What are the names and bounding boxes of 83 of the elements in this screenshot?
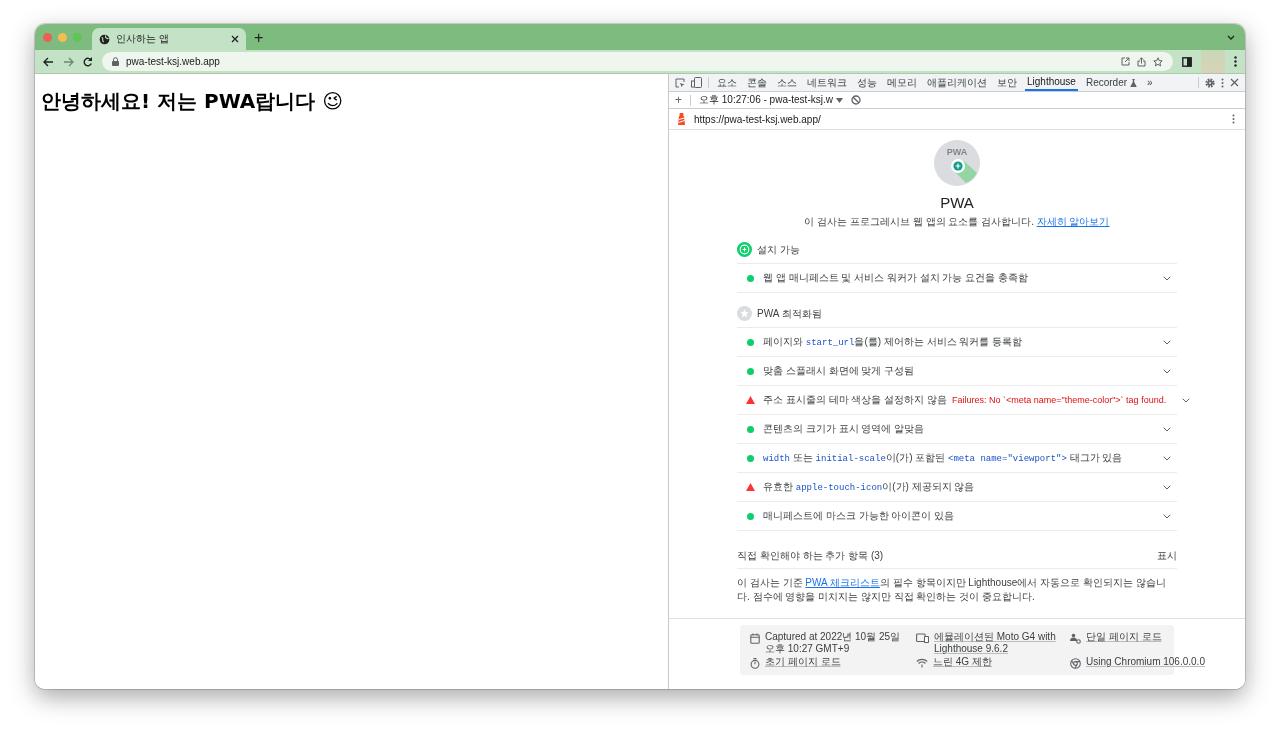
people-icon — [1070, 633, 1081, 644]
devices-icon — [916, 633, 929, 643]
address-bar[interactable]: pwa-test-ksj.web.app — [102, 52, 1173, 71]
devtools-tab[interactable]: 소스 — [775, 74, 799, 91]
environment-link[interactable]: 초기 페이지 로드 — [765, 656, 841, 668]
wifi-icon — [916, 658, 928, 668]
page-heading: 안녕하세요! 저는 PWA랍니다 😉 — [41, 88, 344, 115]
devtools-tab[interactable]: 보안 — [995, 74, 1019, 91]
failure-message: Failures: No `<meta name="theme-color">` tag found. — [951, 395, 1167, 405]
devtools-tab[interactable]: 메모리 — [885, 74, 919, 91]
globe-icon — [99, 33, 110, 45]
group-title: 설치 가능 — [757, 242, 800, 257]
pwa-gauge-icon — [934, 140, 980, 186]
chevron-down-icon[interactable] — [1163, 455, 1171, 461]
devtools-tab[interactable]: 콘솔 — [745, 74, 769, 91]
chevron-down-icon[interactable] — [1163, 275, 1171, 281]
audit-title: 맞춤 스플래시 화면에 맞게 구성됨 — [763, 364, 915, 378]
audit-row[interactable]: 콘텐츠의 크기가 표시 영역에 알맞음 — [737, 415, 1177, 444]
audit-row[interactable]: 맞춤 스플래시 화면에 맞게 구성됨 — [737, 357, 1177, 386]
forward-icon[interactable] — [63, 56, 74, 67]
environment-link[interactable]: Using Chromium 106.0.0.0 — [1086, 656, 1205, 668]
environment-link[interactable]: 에뮬레이션된 Moto G4 with Lighthouse 9.6.2 — [934, 631, 1056, 655]
star-icon[interactable] — [1153, 56, 1163, 67]
lock-icon — [112, 57, 119, 66]
more-tabs-button[interactable]: » — [1145, 74, 1155, 91]
devtools-tab[interactable]: 요소 — [715, 74, 739, 91]
devtools-tab[interactable]: 애플리케이션 — [925, 74, 989, 91]
inspect-icon[interactable] — [675, 77, 685, 88]
environment-text: Captured at 2022년 10월 25일 오후 10:27 GMT+9 — [765, 631, 901, 655]
audit-title: 매니페스트에 마스크 가능한 아이콘이 있음 — [763, 509, 955, 523]
close-icon[interactable] — [231, 35, 239, 43]
back-icon[interactable] — [43, 56, 54, 67]
timer-icon — [750, 658, 760, 669]
star-badge-icon — [737, 306, 752, 321]
audit-title: 주소 표시줄의 테마 색상을 설정하지 않음 — [763, 393, 947, 407]
close-icon[interactable] — [1230, 78, 1239, 87]
caret-icon — [835, 98, 843, 103]
more-options-icon[interactable] — [1221, 77, 1224, 88]
show-toggle[interactable]: 표시 — [1157, 549, 1177, 563]
environment-link[interactable]: 단일 페이지 로드 — [1086, 631, 1162, 643]
audit-title: 콘텐츠의 크기가 표시 영역에 알맞음 — [763, 422, 925, 436]
calendar-icon — [750, 633, 760, 644]
menu-icon[interactable] — [1234, 56, 1237, 67]
audit-row[interactable]: 주소 표시줄의 테마 색상을 설정하지 않음 Failures: No `<meta name="theme-color">` tag found. — [737, 386, 1177, 415]
side-panel-icon[interactable] — [1182, 56, 1192, 67]
browser-tab[interactable]: 인사하는 앱 — [92, 28, 246, 50]
category-description: 이 검사는 프로그레시브 웹 앱의 요소를 검사합니다. — [804, 216, 1034, 227]
gauge-label: PWA — [946, 147, 968, 157]
group-title: PWA 최적화됨 — [757, 306, 822, 321]
share-icon[interactable] — [1137, 56, 1146, 67]
device-toolbar-icon[interactable] — [691, 77, 702, 88]
environment-link[interactable]: 느린 4G 제한 — [933, 656, 992, 668]
chevron-down-icon[interactable] — [1163, 426, 1171, 432]
chevron-down-icon[interactable] — [1163, 339, 1171, 345]
more-options-icon[interactable] — [1232, 114, 1235, 124]
audit-row[interactable]: 매니페스트에 마스크 가능한 아이콘이 있음 — [737, 502, 1177, 531]
chevron-down-icon[interactable] — [1182, 397, 1191, 403]
new-report-button[interactable]: + — [675, 93, 682, 107]
chevron-down-icon[interactable] — [1227, 35, 1235, 41]
audit-title: 웹 앱 매니페스트 및 서비스 워커가 설치 가능 요건을 충족함 — [763, 271, 1028, 285]
reload-icon[interactable] — [83, 56, 93, 67]
category-title: PWA — [940, 194, 974, 211]
new-tab-button[interactable]: + — [254, 28, 264, 48]
chevron-down-icon[interactable] — [1163, 368, 1171, 374]
devtools-tab[interactable]: Recorder — [1083, 74, 1140, 91]
manual-checks-title[interactable]: 직접 확인해야 하는 추가 항목 (3) — [737, 549, 884, 563]
open-external-icon[interactable] — [1121, 57, 1130, 66]
report-url: https://pwa-test-ksj.web.app/ — [694, 113, 821, 125]
learn-more-link[interactable]: 자세히 알아보기 — [1036, 216, 1110, 227]
lighthouse-icon — [677, 113, 686, 125]
chromium-icon — [1070, 658, 1081, 669]
chevron-down-icon[interactable] — [1163, 484, 1171, 490]
clear-icon[interactable] — [850, 95, 861, 105]
checklist-link[interactable]: PWA 체크리스트 — [805, 577, 880, 588]
chevron-down-icon[interactable] — [1163, 513, 1171, 519]
devtools-tab[interactable]: 네트워크 — [805, 74, 849, 91]
settings-icon[interactable] — [1205, 77, 1215, 88]
manual-checks-description: 이 검사는 기준 PWA 체크리스트의 필수 항목이지만 Lighthouse에서 자동으로 확인되지는 않습니다. 점수에 영향을 미치지는 않지만 직접 확인하는 것이 중요합니다. — [737, 576, 1167, 604]
flask-icon — [1130, 78, 1138, 87]
install-icon — [737, 242, 752, 257]
audit-row[interactable]: 웹 앱 매니페스트 및 서비스 워커가 설치 가능 요건을 충족함 — [737, 264, 1177, 293]
devtools-tab[interactable]: 성능 — [855, 74, 879, 91]
report-selector[interactable]: 오후 10:27:06 - pwa-test-ksj.w — [699, 93, 843, 107]
